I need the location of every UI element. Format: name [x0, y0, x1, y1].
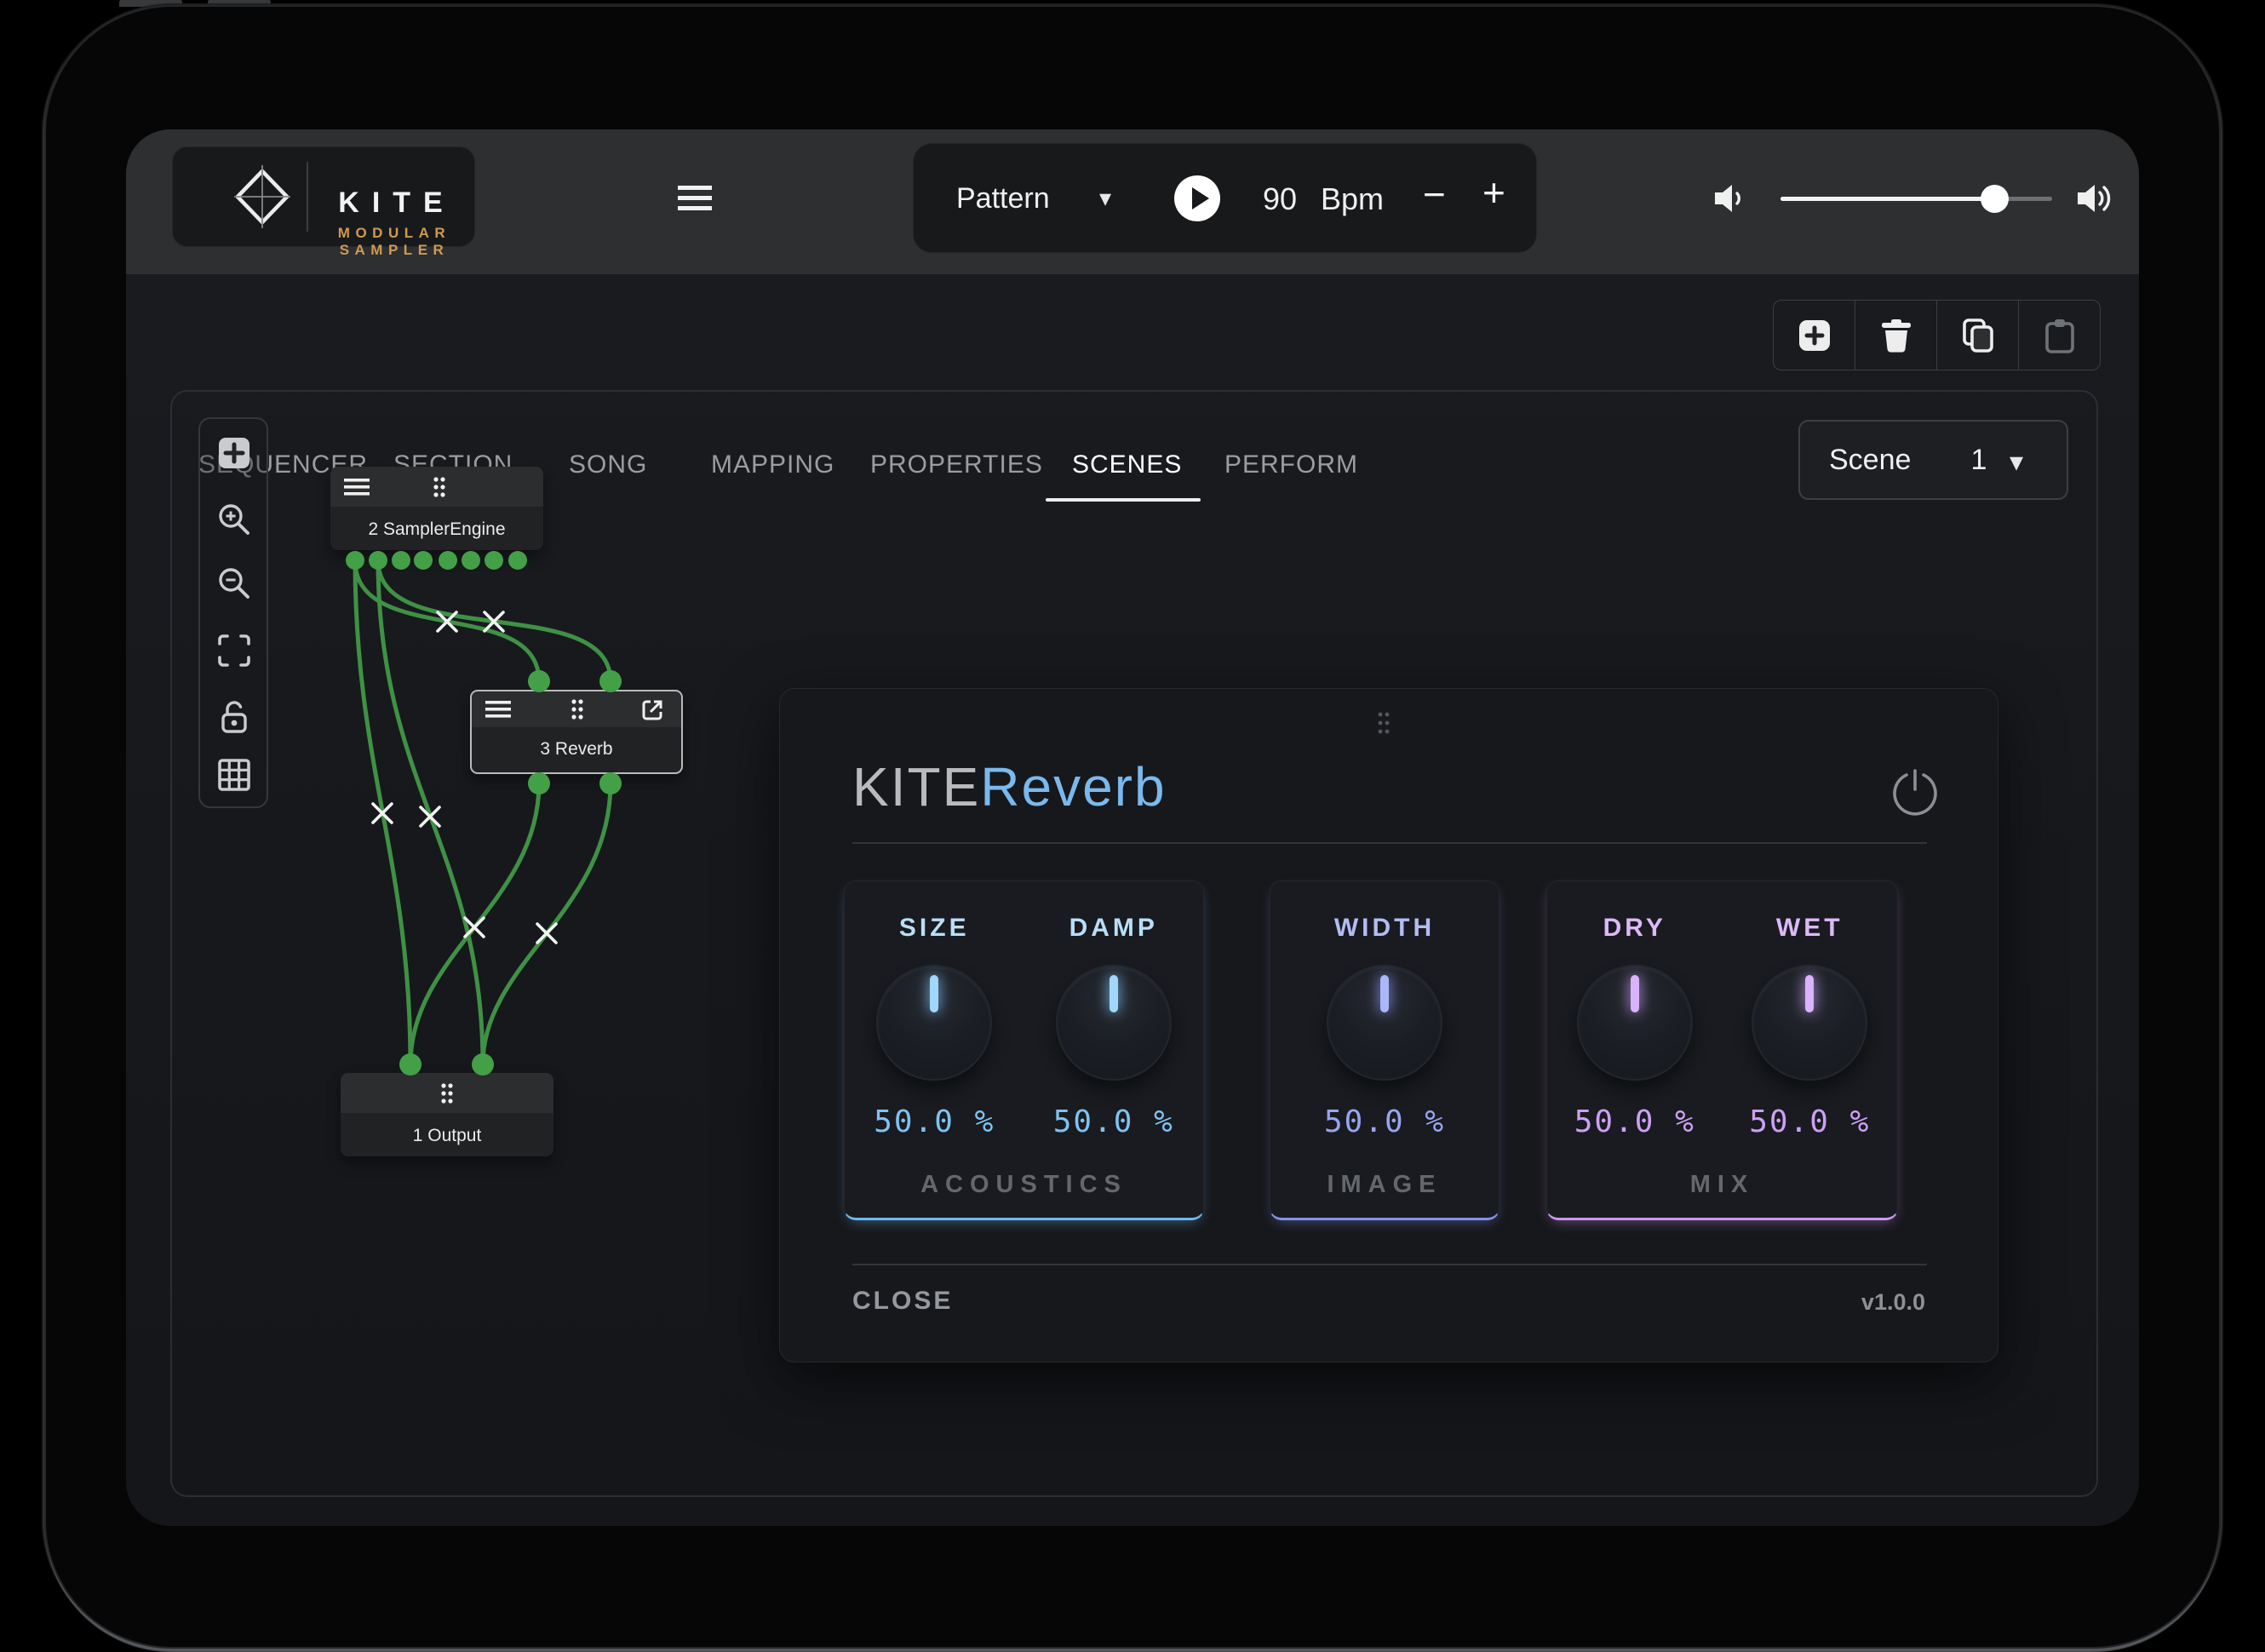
plugin-title-name: Reverb	[980, 756, 1166, 817]
knob-value: 50.0 %	[874, 1104, 995, 1139]
knob-value: 50.0 %	[1324, 1104, 1445, 1139]
node-port[interactable]	[346, 551, 364, 570]
node-port[interactable]	[439, 551, 457, 570]
node-port[interactable]	[599, 772, 622, 794]
knob-value: 50.0 %	[1574, 1104, 1695, 1139]
node-port[interactable]	[414, 551, 433, 570]
node-port[interactable]	[508, 551, 527, 570]
node-port[interactable]	[485, 551, 503, 570]
dry-knob[interactable]	[1577, 965, 1693, 1081]
node-port[interactable]	[528, 772, 550, 794]
node-port[interactable]	[472, 1053, 494, 1076]
node-port[interactable]	[462, 551, 480, 570]
node-port[interactable]	[528, 670, 550, 692]
param-group-image: WIDTH 50.0 % IMAGE	[1270, 880, 1499, 1220]
knob-label: WIDTH	[1334, 914, 1435, 943]
width-knob[interactable]	[1327, 965, 1442, 1081]
knob-value: 50.0 %	[1749, 1104, 1870, 1139]
knob-label: WET	[1776, 914, 1844, 943]
connection-wire[interactable]	[483, 783, 611, 1064]
knob-pointer	[1631, 975, 1639, 1012]
close-button[interactable]: CLOSE	[852, 1287, 953, 1316]
disconnect-x-icon[interactable]	[537, 924, 556, 943]
node-port[interactable]	[392, 551, 410, 570]
plugin-window-reverb[interactable]: KITEReverb SIZE 50.0 % DAMP 50.0 % ACOUS…	[779, 688, 1998, 1362]
node-port[interactable]	[399, 1053, 421, 1076]
title-divider	[852, 842, 1927, 844]
node-port[interactable]	[599, 670, 622, 692]
knob-label: DAMP	[1069, 914, 1158, 943]
screen: KITE MODULAR SAMPLER Pattern ▾ 90 Bpm − …	[126, 129, 2139, 1526]
knob-pointer	[930, 975, 938, 1012]
param-group-acoustics: SIZE 50.0 % DAMP 50.0 % ACOUSTICS	[844, 880, 1204, 1220]
knob-pointer	[1110, 975, 1118, 1012]
wet-knob[interactable]	[1752, 965, 1867, 1081]
footer-divider	[852, 1264, 1927, 1265]
knob-label: SIZE	[899, 914, 970, 943]
param-group-mix: DRY 50.0 % WET 50.0 % MIX	[1546, 880, 1898, 1220]
plugin-title-brand: KITE	[852, 756, 980, 817]
knob-value: 50.0 %	[1053, 1104, 1174, 1139]
node-port[interactable]	[369, 551, 387, 570]
knob-pointer	[1380, 975, 1389, 1012]
group-name: MIX	[1547, 1171, 1897, 1199]
group-name: ACOUSTICS	[845, 1171, 1203, 1199]
knob-pointer	[1805, 975, 1814, 1012]
group-name: IMAGE	[1270, 1171, 1499, 1199]
power-button[interactable]	[1887, 764, 1943, 820]
version-label: v1.0.0	[1861, 1289, 1925, 1316]
knob-label: DRY	[1603, 914, 1666, 943]
plugin-drag-handle-icon[interactable]	[1376, 711, 1391, 735]
size-knob[interactable]	[876, 965, 992, 1081]
damp-knob[interactable]	[1056, 965, 1172, 1081]
connection-wire[interactable]	[410, 783, 539, 1064]
